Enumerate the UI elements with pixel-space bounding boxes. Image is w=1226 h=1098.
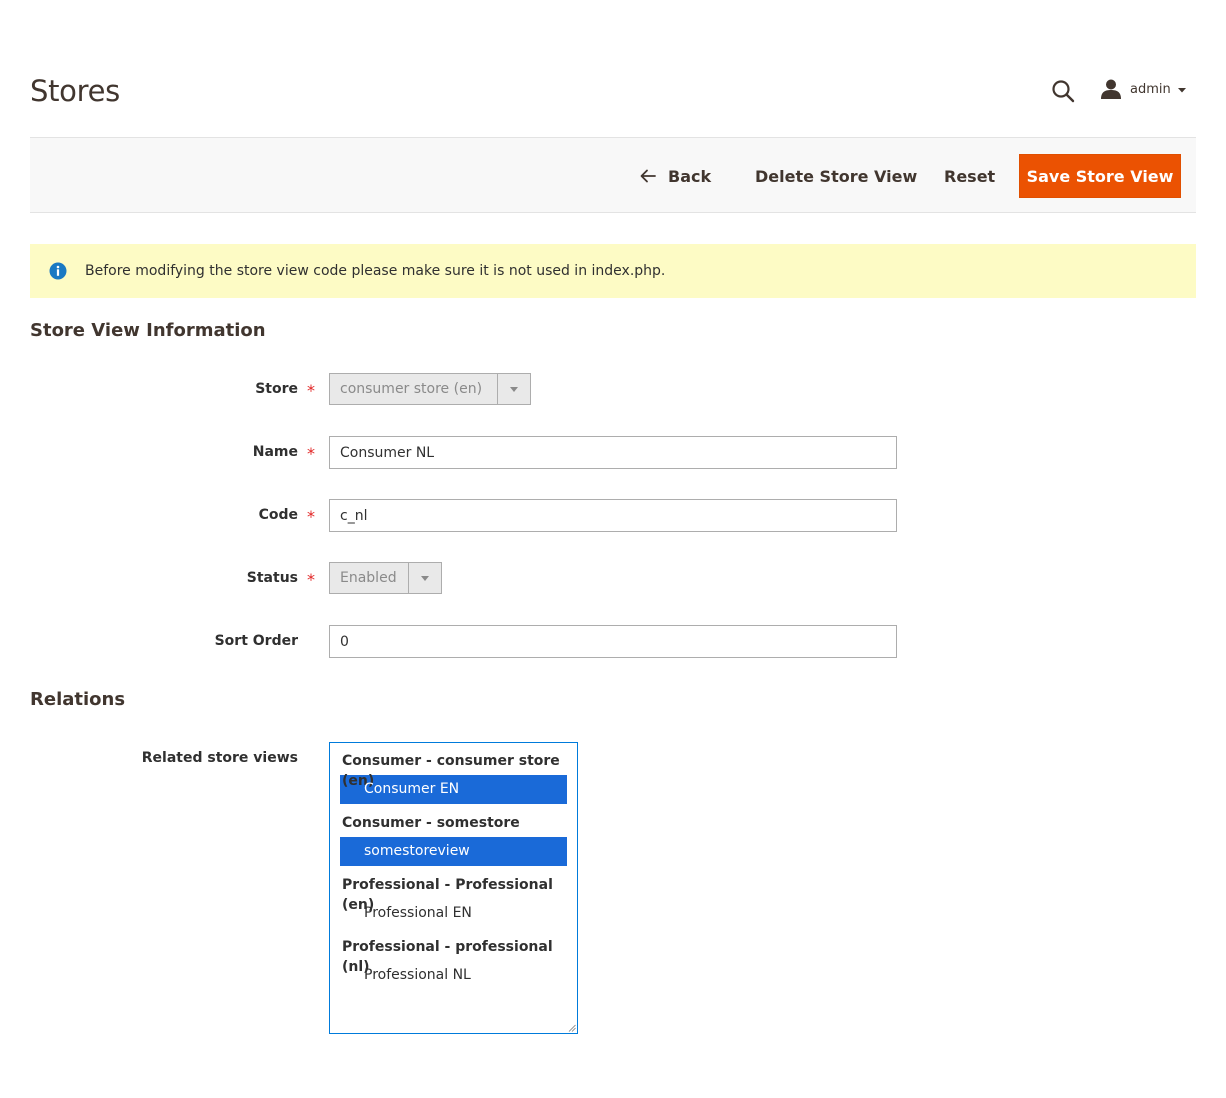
related-store-views-multiselect[interactable]: Consumer - consumer store (en) Consumer … <box>329 742 578 1034</box>
name-label: Name <box>252 444 298 460</box>
back-button-label: Back <box>668 166 712 186</box>
sort-order-label: Sort Order <box>214 633 298 649</box>
page-actions-bar: Back Delete Store View Reset Save Store … <box>30 137 1196 213</box>
store-select[interactable]: consumer store (en) <box>329 373 531 405</box>
store-select-value: consumer store (en) <box>340 381 483 397</box>
code-input[interactable] <box>329 499 897 532</box>
info-notice: Before modifying the store view code ple… <box>30 244 1196 298</box>
relations-title: Relations <box>30 689 126 710</box>
resize-handle-icon[interactable] <box>568 1024 576 1032</box>
code-label: Code <box>258 507 298 523</box>
delete-store-view-button[interactable]: Delete Store View <box>755 138 917 214</box>
store-label: Store <box>255 381 298 397</box>
back-button[interactable]: Back <box>640 138 711 214</box>
user-icon <box>1101 79 1121 99</box>
user-name: admin <box>1130 81 1171 97</box>
required-mark: * <box>307 444 315 463</box>
option-somestoreview[interactable]: somestoreview <box>340 837 567 866</box>
info-icon <box>49 262 67 280</box>
status-label: Status <box>246 570 298 586</box>
sort-order-input[interactable] <box>329 625 897 658</box>
related-store-views-label: Related store views <box>141 750 298 766</box>
optgroup-label: Consumer - somestore <box>342 815 520 831</box>
reset-button[interactable]: Reset <box>944 138 995 214</box>
optgroup-label: Professional - professional (nl) <box>342 939 553 975</box>
option-professional-nl[interactable]: Professional NL <box>340 961 567 990</box>
status-select[interactable]: Enabled <box>329 562 442 594</box>
required-mark: * <box>307 570 315 589</box>
store-view-information-title: Store View Information <box>30 320 266 341</box>
admin-user-menu[interactable]: admin <box>1100 78 1187 100</box>
arrow-left-icon <box>640 169 656 183</box>
optgroup-label: Professional - Professional (en) <box>342 877 553 913</box>
name-input[interactable] <box>329 436 897 469</box>
option-professional-en[interactable]: Professional EN <box>340 899 567 928</box>
notice-text: Before modifying the store view code ple… <box>85 263 666 279</box>
required-mark: * <box>307 381 315 400</box>
page-title: Stores <box>30 74 120 108</box>
chevron-down-icon <box>1177 88 1186 93</box>
status-select-value: Enabled <box>340 570 397 586</box>
optgroup-label: Consumer - consumer store (en) <box>342 753 560 789</box>
chevron-down-icon <box>408 563 441 593</box>
save-store-view-button[interactable]: Save Store View <box>1019 154 1181 198</box>
option-consumer-en[interactable]: Consumer EN <box>340 775 567 804</box>
search-icon[interactable] <box>1050 78 1076 104</box>
required-mark: * <box>307 507 315 526</box>
chevron-down-icon <box>497 374 530 404</box>
